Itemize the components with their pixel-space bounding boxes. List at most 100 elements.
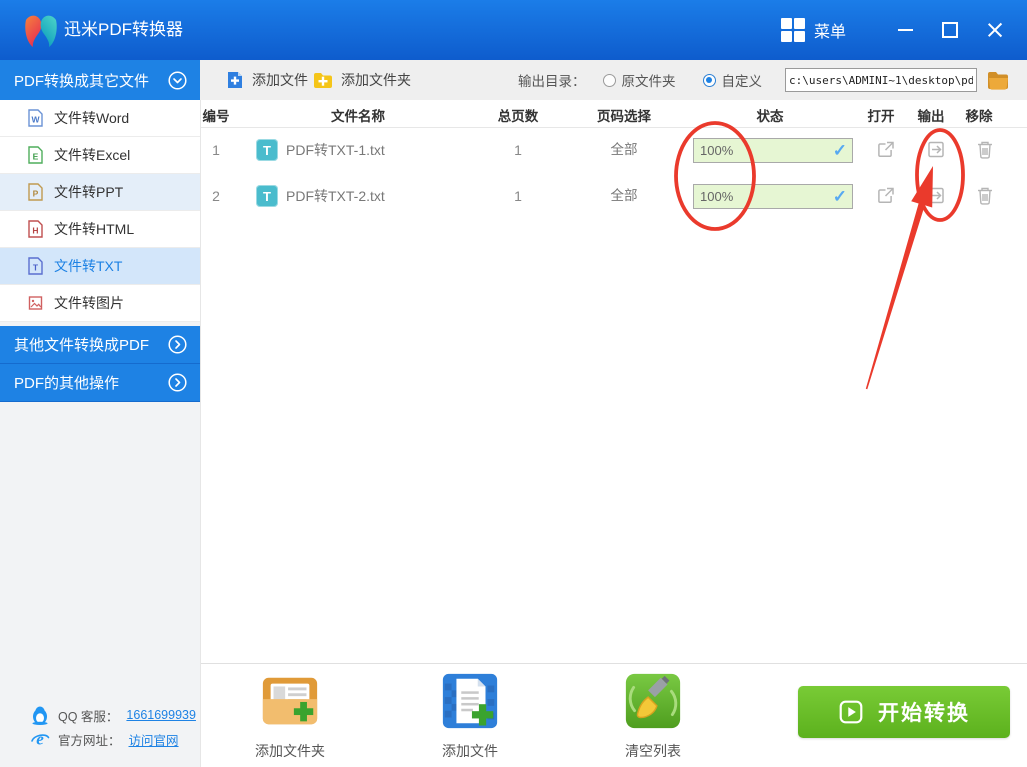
col-output: 输出 <box>917 109 945 124</box>
app-title: 迅米PDF转换器 <box>64 20 183 39</box>
clear-list-label: 清空列表 <box>625 743 681 759</box>
radio-original-folder[interactable] <box>602 73 616 87</box>
close-button[interactable] <box>982 17 1008 43</box>
add-file-label: 添加文件 <box>252 72 308 88</box>
sidebar: PDF转换成其它文件 W 文件转Word E 文件转Excel P 文件转PPT… <box>0 60 200 767</box>
page-range[interactable]: 全部 <box>611 127 638 173</box>
remove-file-button[interactable] <box>977 140 994 159</box>
output-path-input[interactable] <box>785 68 977 92</box>
ppt-file-icon: P <box>28 183 43 201</box>
sidebar-item-label: 文件转Word <box>54 110 130 126</box>
minimize-icon <box>897 29 913 31</box>
add-file-big-button[interactable]: 添加文件 <box>415 670 525 761</box>
menu-label: 菜单 <box>813 24 846 41</box>
browse-folder-button[interactable] <box>986 71 1010 90</box>
qq-number-link[interactable]: 1661699939 <box>126 708 196 722</box>
svg-text:P: P <box>33 189 39 199</box>
add-file-big-icon <box>442 673 498 729</box>
play-icon <box>839 700 863 724</box>
official-site-link[interactable]: 访问官网 <box>129 730 179 749</box>
svg-text:H: H <box>32 226 38 236</box>
add-folder-big-icon <box>262 677 318 725</box>
table-row: 1 T PDF转TXT-1.txt 1 全部 100% ✓ <box>200 127 1027 173</box>
sidebar-section-label: 其他文件转换成PDF <box>14 337 150 354</box>
app-window: 迅米PDF转换器 菜单 PDF转换成其它文件 W 文件转Word E 文件转Ex… <box>0 0 1027 767</box>
chevron-down-circle-icon <box>168 70 187 90</box>
sidebar-item-label: 文件转图片 <box>54 295 124 311</box>
output-dir-label: 输出目录： <box>518 74 586 89</box>
col-status: 状态 <box>756 109 784 124</box>
open-file-button[interactable] <box>877 186 896 205</box>
progress-value: 100% <box>700 143 734 158</box>
col-remove: 移除 <box>965 109 993 124</box>
official-site-label: 官方网址： <box>58 733 121 748</box>
grid-menu-icon <box>780 18 805 42</box>
bottom-action-bar: 添加文件夹 添加文件 清空列表 开始转换 <box>200 663 1027 767</box>
add-file-button[interactable]: 添加文件 <box>226 60 308 100</box>
radio-custom[interactable] <box>702 73 716 87</box>
open-output-button[interactable] <box>927 186 946 205</box>
add-file-icon <box>228 72 242 88</box>
chevron-right-circle-icon <box>168 373 187 392</box>
add-folder-big-button[interactable]: 添加文件夹 <box>235 670 345 761</box>
excel-file-icon: E <box>28 146 43 164</box>
col-page-range: 页码选择 <box>597 109 651 124</box>
sidebar-item-to-html[interactable]: H 文件转HTML <box>0 211 200 248</box>
row-number: 2 <box>212 188 220 204</box>
page-range[interactable]: 全部 <box>611 173 638 219</box>
sidebar-item-to-word[interactable]: W 文件转Word <box>0 100 200 137</box>
radio-original-label[interactable]: 原文件夹 <box>622 70 676 90</box>
sidebar-section-other-to-pdf[interactable]: 其他文件转换成PDF <box>0 326 200 364</box>
progress-bar: 100% ✓ <box>693 184 853 209</box>
txt-file-icon: T <box>28 257 43 275</box>
titlebar: 迅米PDF转换器 菜单 <box>0 0 1027 60</box>
sidebar-item-label: 文件转HTML <box>54 221 135 237</box>
sidebar-item-label: 文件转TXT <box>54 258 123 274</box>
col-number: 编号 <box>202 109 230 124</box>
sidebar-item-label: 文件转Excel <box>54 147 131 163</box>
svg-text:E: E <box>33 152 39 162</box>
remove-file-button[interactable] <box>977 186 994 205</box>
sidebar-item-to-image[interactable]: 文件转图片 <box>0 285 200 322</box>
open-output-button[interactable] <box>927 140 946 159</box>
sidebar-group-label: PDF转换成其它文件 <box>14 72 150 90</box>
col-pages: 总页数 <box>497 109 539 124</box>
progress-value: 100% <box>700 189 734 204</box>
open-file-button[interactable] <box>877 140 896 159</box>
check-icon: ✓ <box>832 141 847 160</box>
start-convert-button[interactable]: 开始转换 <box>798 686 1010 738</box>
check-icon: ✓ <box>832 187 847 206</box>
app-logo-icon <box>25 15 57 47</box>
menu-button[interactable]: 菜单 <box>780 18 846 42</box>
svg-text:T: T <box>33 263 39 273</box>
output-dir-group: 输出目录： 原文件夹 自定义 <box>518 60 1010 100</box>
browser-icon: e <box>31 730 50 749</box>
maximize-icon <box>942 22 958 38</box>
radio-custom-label[interactable]: 自定义 <box>722 70 763 90</box>
file-name: PDF转TXT-2.txt <box>286 188 385 204</box>
sidebar-group-pdf-to-other[interactable]: PDF转换成其它文件 <box>0 60 200 100</box>
word-file-icon: W <box>28 109 43 127</box>
qq-service-label: QQ 客服： <box>58 709 119 724</box>
txt-type-icon: T <box>256 139 278 161</box>
clear-list-button[interactable]: 清空列表 <box>598 670 708 761</box>
sidebar-sections: 其他文件转换成PDF PDF的其他操作 <box>0 326 200 402</box>
sidebar-item-list: W 文件转Word E 文件转Excel P 文件转PPT H 文件转HTML … <box>0 100 200 322</box>
table-header: 编号 文件名称 总页数 页码选择 状态 打开 输出 移除 <box>200 100 1027 128</box>
table-row: 2 T PDF转TXT-2.txt 1 全部 100% ✓ <box>200 173 1027 219</box>
sidebar-item-label: 文件转PPT <box>54 184 124 200</box>
total-pages: 1 <box>514 188 522 204</box>
maximize-button[interactable] <box>937 17 963 43</box>
file-name: PDF转TXT-1.txt <box>286 142 385 158</box>
qq-icon <box>32 706 48 725</box>
sidebar-item-to-excel[interactable]: E 文件转Excel <box>0 137 200 174</box>
col-open: 打开 <box>867 109 895 124</box>
add-folder-button[interactable]: 添加文件夹 <box>313 60 411 100</box>
sidebar-item-to-ppt[interactable]: P 文件转PPT <box>0 174 200 211</box>
progress-bar: 100% ✓ <box>693 138 853 163</box>
sidebar-item-to-txt[interactable]: T 文件转TXT <box>0 248 200 285</box>
col-filename: 文件名称 <box>331 109 385 124</box>
svg-text:W: W <box>31 115 40 125</box>
sidebar-section-pdf-other-ops[interactable]: PDF的其他操作 <box>0 364 200 402</box>
minimize-button[interactable] <box>892 17 918 43</box>
